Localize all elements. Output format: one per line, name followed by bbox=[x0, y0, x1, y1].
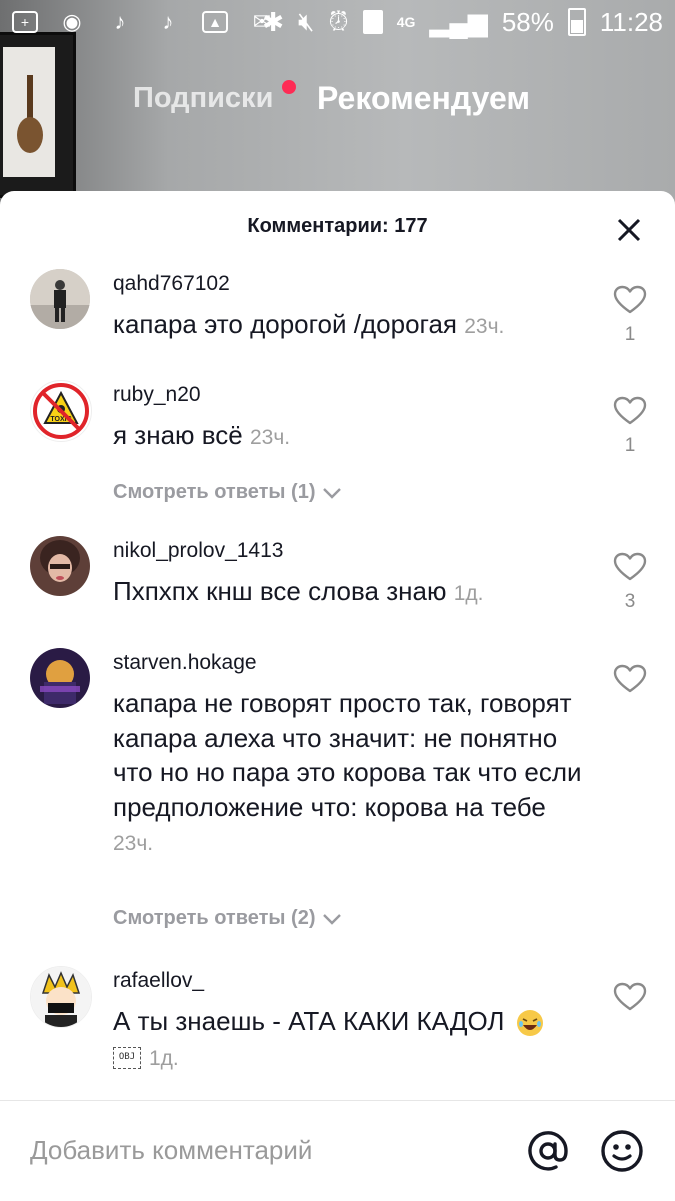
comment-text-block: А ты знаешь - АТА КАКИ КАДОЛ OBJ 1д. bbox=[113, 1004, 583, 1076]
comment-username[interactable]: rafaellov_ bbox=[113, 969, 204, 993]
heart-icon bbox=[613, 396, 647, 425]
comment-time: 23ч. bbox=[249, 426, 291, 449]
view-replies-button[interactable]: Смотреть ответы (1) bbox=[113, 481, 342, 504]
like-button[interactable]: 3 bbox=[612, 552, 648, 613]
comments-title: Комментарии: 177 bbox=[247, 215, 428, 237]
comment-text-block: капара это дорогой /дорогая 23ч. bbox=[113, 307, 583, 345]
heart-icon bbox=[613, 982, 647, 1011]
signal-icon: ▂▄▆ bbox=[429, 6, 488, 37]
heart-icon bbox=[613, 664, 647, 693]
like-button[interactable]: 1 bbox=[612, 396, 648, 457]
object-placeholder-icon: OBJ bbox=[113, 1046, 141, 1069]
laughing-emoji-icon bbox=[516, 1010, 543, 1037]
comment-text-block: я знаю всё 23ч. bbox=[113, 418, 583, 456]
view-replies-label: Смотреть ответы (1) bbox=[113, 481, 316, 503]
sim-badge: 1 bbox=[362, 10, 383, 34]
network-type: 4G bbox=[396, 14, 416, 30]
view-replies-label: Смотреть ответы (2) bbox=[113, 907, 316, 929]
chevron-down-icon bbox=[322, 913, 341, 925]
avatar[interactable]: TOXIC bbox=[30, 380, 92, 442]
avatar[interactable] bbox=[30, 648, 90, 708]
comment-text: капара не говорят просто так, говорят ка… bbox=[113, 688, 582, 822]
comment-text: капара это дорогой /дорогая bbox=[113, 309, 457, 339]
gallery-icon: ▲ bbox=[202, 11, 228, 33]
like-count: 1 bbox=[624, 435, 636, 456]
comment-username[interactable]: ruby_n20 bbox=[113, 383, 201, 407]
tab-following[interactable]: Подписки bbox=[133, 82, 273, 115]
tiktok-notification-icon: ♪ bbox=[114, 9, 126, 34]
avatar[interactable] bbox=[30, 536, 90, 596]
like-button[interactable] bbox=[612, 982, 648, 1021]
comment-username[interactable]: qahd767102 bbox=[113, 272, 230, 296]
comment-time: 1д. bbox=[453, 582, 484, 605]
comment-time: 23ч. bbox=[464, 315, 505, 338]
battery-icon bbox=[567, 8, 586, 36]
comment-username[interactable]: nikol_prolov_1413 bbox=[113, 539, 283, 563]
feed-tabs: Подписки Рекомендуем bbox=[0, 78, 675, 128]
bluetooth-icon: ✱ bbox=[262, 6, 285, 37]
add-notification-icon: + bbox=[12, 11, 38, 33]
like-button[interactable]: 1 bbox=[612, 285, 648, 346]
emoji-button[interactable] bbox=[600, 1129, 644, 1173]
comment-input-bar bbox=[0, 1100, 675, 1201]
heart-icon bbox=[613, 552, 647, 581]
app-notification-icon: ◉ bbox=[62, 9, 82, 34]
status-bar: + ◉ ♪ ♪ ▲ ✉ ✱ 🔇︎ ⏰︎ 1 4G ▂▄▆ 58% 11:28 bbox=[0, 0, 675, 48]
comment-text-block: капара не говорят просто так, говорят ка… bbox=[113, 686, 583, 862]
battery-percent: 58% bbox=[501, 6, 554, 37]
view-replies-button[interactable]: Смотреть ответы (2) bbox=[113, 907, 342, 930]
comment-time: 23ч. bbox=[113, 832, 154, 855]
tiktok-notification-icon-2: ♪ bbox=[162, 9, 174, 34]
comment-text-block: Пхпхпх кнш все слова знаю 1д. bbox=[113, 574, 583, 612]
comment-username[interactable]: starven.hokage bbox=[113, 651, 257, 675]
comment-time: 1д. bbox=[149, 1046, 179, 1070]
new-content-dot bbox=[282, 80, 296, 94]
comment-input[interactable] bbox=[30, 1135, 490, 1166]
avatar[interactable] bbox=[30, 966, 92, 1028]
heart-icon bbox=[613, 285, 647, 314]
tab-for-you[interactable]: Рекомендуем bbox=[317, 80, 530, 117]
comment-text: Пхпхпх кнш все слова знаю bbox=[113, 576, 447, 606]
close-button[interactable] bbox=[612, 213, 646, 247]
avatar[interactable] bbox=[30, 269, 90, 329]
alarm-icon: ⏰︎ bbox=[328, 6, 349, 36]
mute-icon: 🔇︎ bbox=[298, 6, 315, 36]
mention-button[interactable] bbox=[526, 1129, 570, 1173]
comments-sheet: Комментарии: 177 qahd767102 капара это д… bbox=[0, 191, 675, 1201]
close-icon bbox=[617, 218, 641, 242]
chevron-down-icon bbox=[322, 487, 341, 499]
clock: 11:28 bbox=[599, 6, 663, 37]
comment-text: А ты знаешь - АТА КАКИ КАДОЛ bbox=[113, 1006, 505, 1036]
like-count: 3 bbox=[624, 591, 636, 612]
comment-text: я знаю всё bbox=[113, 420, 243, 450]
like-count: 1 bbox=[624, 324, 636, 345]
smiley-icon bbox=[601, 1130, 643, 1172]
like-button[interactable] bbox=[612, 664, 648, 703]
at-sign-icon bbox=[528, 1131, 568, 1171]
